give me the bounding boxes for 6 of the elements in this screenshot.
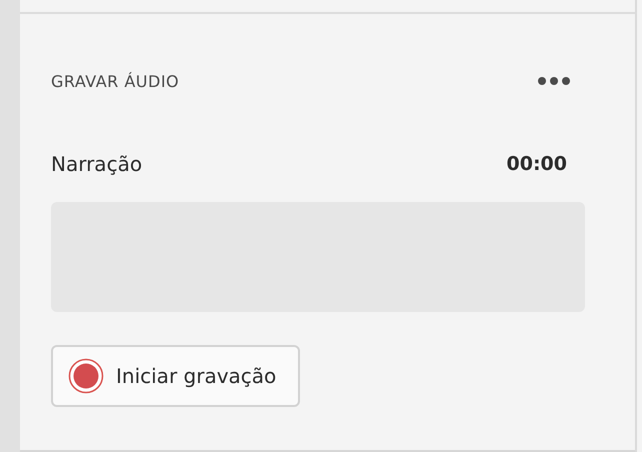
- more-options-icon[interactable]: [537, 76, 571, 86]
- record-icon: [68, 358, 104, 394]
- record-button[interactable]: Iniciar gravação: [51, 345, 300, 407]
- section-title: GRAVAR ÁUDIO: [51, 72, 180, 90]
- track-time: 00:00: [506, 153, 567, 175]
- track-name: Narração: [51, 152, 142, 176]
